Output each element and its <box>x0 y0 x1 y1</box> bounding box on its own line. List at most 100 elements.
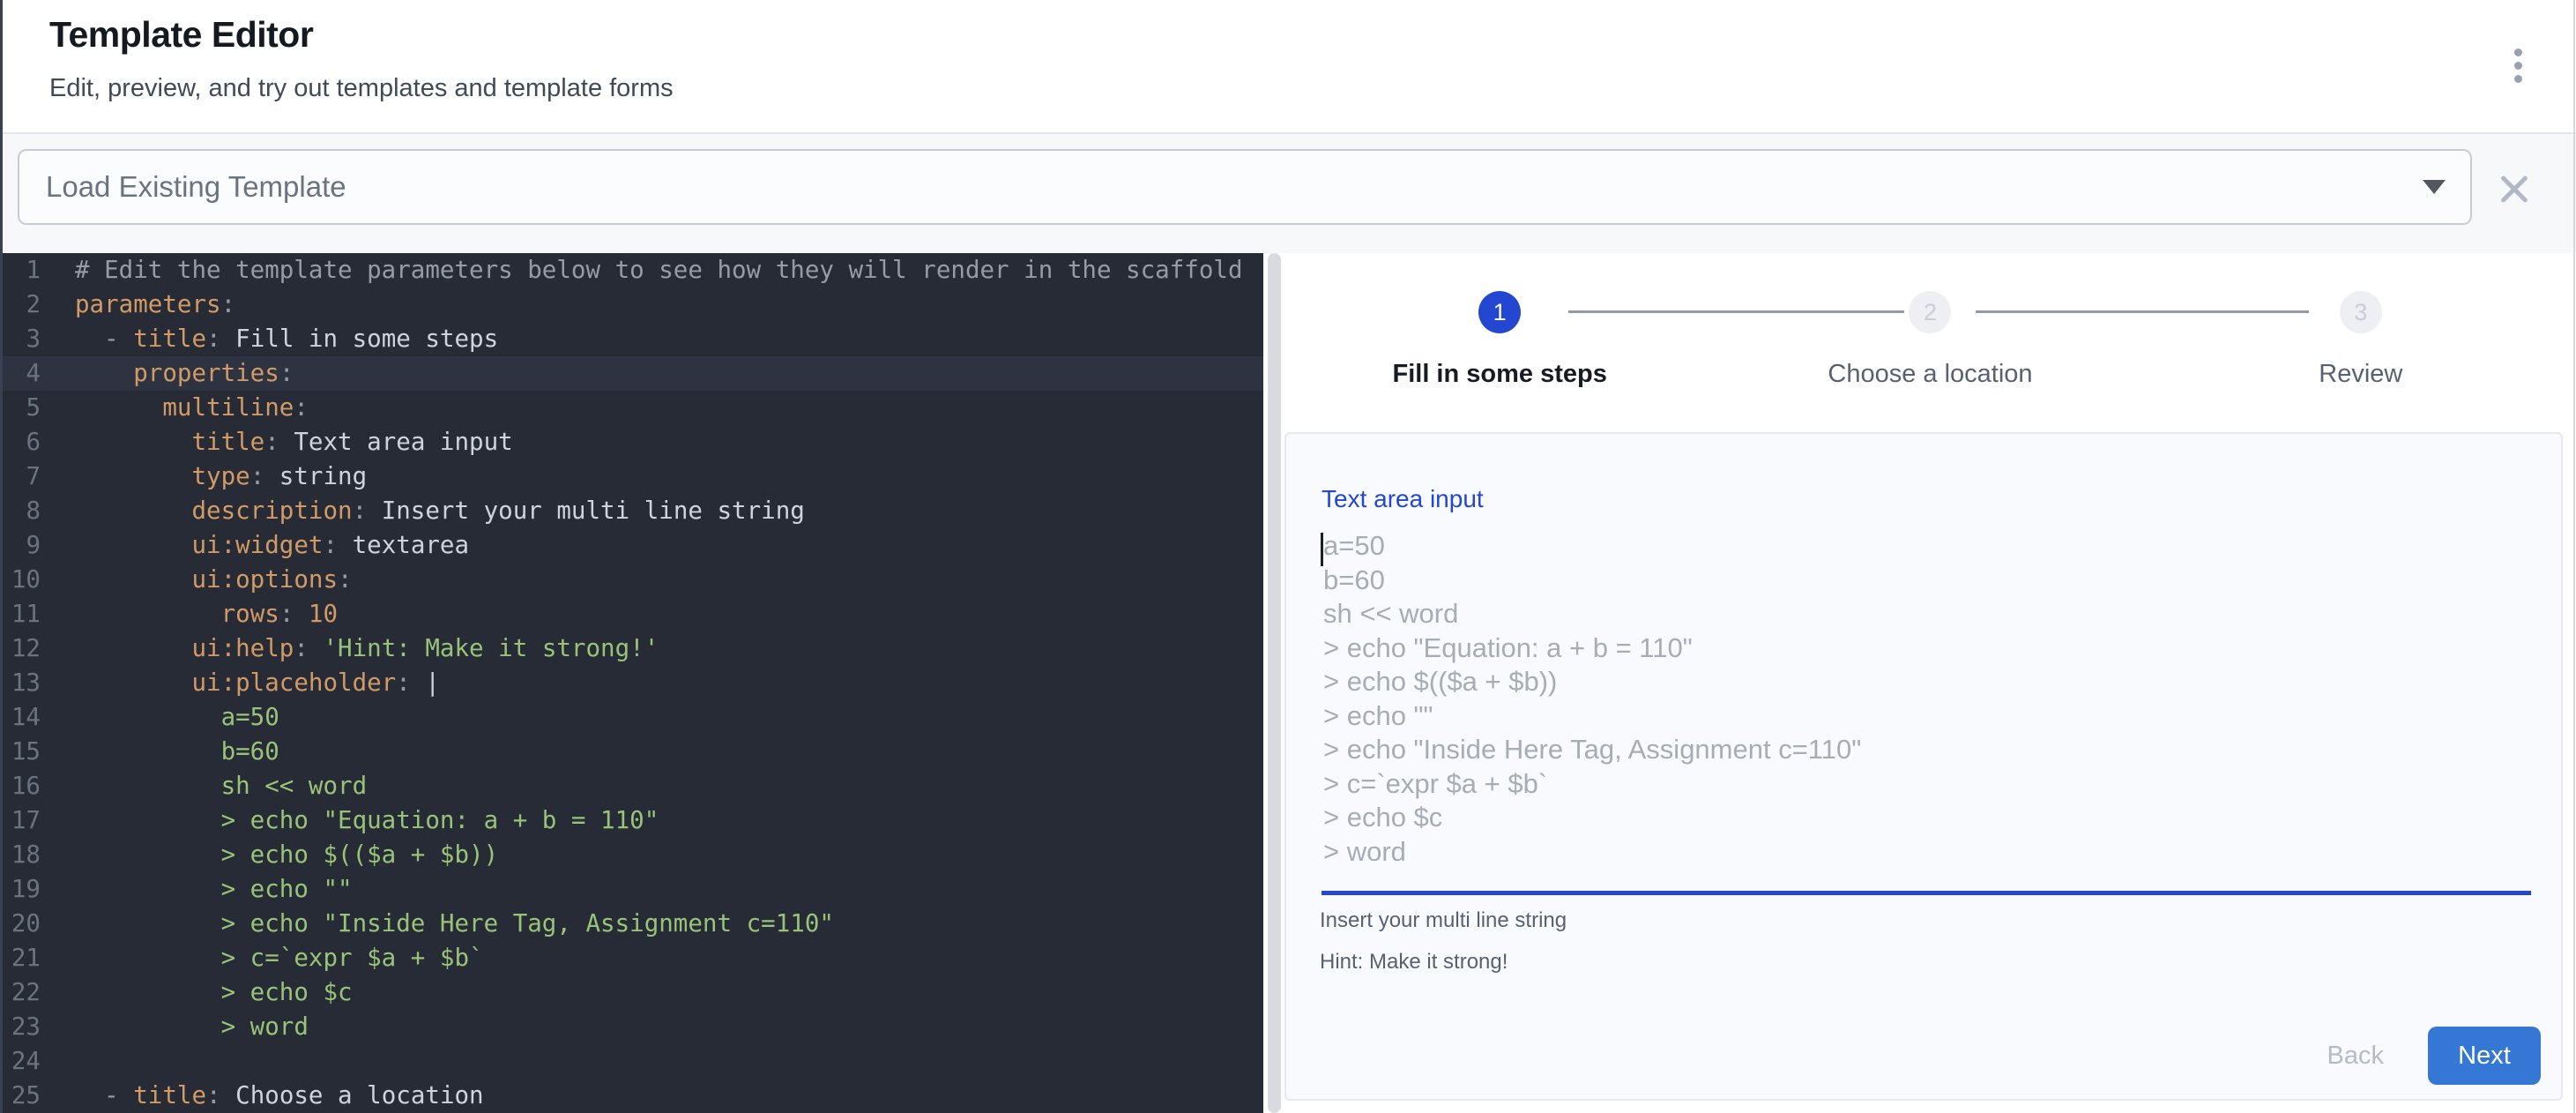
editor-line[interactable]: 1# Edit the template parameters below to… <box>0 253 1263 288</box>
field-help: Hint: Make it strong! <box>1320 950 1508 975</box>
kebab-menu-button[interactable] <box>2500 39 2535 92</box>
editor-line[interactable]: 15 b=60 <box>0 735 1263 769</box>
editor-line[interactable]: 17 > echo "Equation: a + b = 110" <box>0 803 1263 838</box>
editor-line[interactable]: 4 properties: <box>0 356 1263 391</box>
chevron-down-icon <box>2423 180 2446 194</box>
line-code: parameters: <box>75 288 235 322</box>
textarea-line: > word <box>1323 835 1861 870</box>
textarea-line: > echo "Equation: a + b = 110" <box>1323 631 1861 666</box>
clear-selection-button[interactable] <box>2495 169 2534 208</box>
line-code: rows: 10 <box>75 597 338 631</box>
code-editor[interactable]: 1# Edit the template parameters below to… <box>0 253 1263 1113</box>
editor-line[interactable]: 6 title: Text area input <box>0 425 1263 459</box>
line-number: 22 <box>0 975 41 1010</box>
line-code: title: Text area input <box>75 425 513 459</box>
editor-line[interactable]: 25 - title: Choose a location <box>0 1079 1263 1113</box>
line-code: ui:widget: textarea <box>75 528 469 563</box>
page-subtitle: Edit, preview, and try out templates and… <box>49 74 674 103</box>
line-number: 1 <box>0 253 41 288</box>
textarea-line: > echo "Inside Here Tag, Assignment c=11… <box>1323 733 1861 767</box>
field-description: Insert your multi line string <box>1320 908 1567 933</box>
line-code: - title: Choose a location <box>75 1079 484 1113</box>
editor-line[interactable]: 5 multiline: <box>0 391 1263 425</box>
editor-line[interactable]: 12 ui:help: 'Hint: Make it strong!' <box>0 631 1263 666</box>
line-code: > echo $(($a + $b)) <box>75 838 498 872</box>
editor-line[interactable]: 13 ui:placeholder: | <box>0 666 1263 700</box>
form-card: Text area input a=50b=60sh << word> echo… <box>1284 432 2563 1101</box>
field-label: Text area input <box>1322 485 1484 513</box>
editor-line[interactable]: 22 > echo $c <box>0 975 1263 1010</box>
window-left-edge <box>0 0 3 1113</box>
toolbar: Load Existing Template <box>0 134 2576 253</box>
kebab-dot-icon <box>2514 62 2522 70</box>
load-template-select[interactable]: Load Existing Template <box>18 149 2472 225</box>
textarea-line: > c=`expr $a + $b` <box>1323 767 1861 802</box>
line-code: properties: <box>75 356 294 391</box>
editor-line[interactable]: 24 <box>0 1044 1263 1079</box>
template-editor-page: Template Editor Edit, preview, and try o… <box>0 0 2576 1113</box>
stepper-step-2[interactable]: 2 Choose a location <box>1715 291 2145 389</box>
line-code: - title: Fill in some steps <box>75 322 498 356</box>
line-number: 10 <box>0 563 41 597</box>
textarea-line: > echo "" <box>1323 699 1861 734</box>
editor-line[interactable]: 20 > echo "Inside Here Tag, Assignment c… <box>0 907 1263 941</box>
line-number: 13 <box>0 666 41 700</box>
line-code: description: Insert your multi line stri… <box>75 494 805 528</box>
line-code: multiline: <box>75 391 309 425</box>
header: Template Editor Edit, preview, and try o… <box>0 0 2576 134</box>
step-circle: 1 <box>1478 291 1521 333</box>
line-code: ui:options: <box>75 563 353 597</box>
window-right-edge <box>2573 0 2575 1113</box>
back-button[interactable]: Back <box>2320 1042 2391 1071</box>
editor-line[interactable]: 8 description: Insert your multi line st… <box>0 494 1263 528</box>
line-number: 3 <box>0 322 41 356</box>
step-circle: 2 <box>1909 291 1951 333</box>
editor-line[interactable]: 14 a=50 <box>0 700 1263 735</box>
stepper-step-3[interactable]: 3Review <box>2146 291 2576 389</box>
preview-panel: 1 Fill in some steps 2 Choose a location 3Re… <box>1284 253 2576 1113</box>
editor-line[interactable]: 19 > echo "" <box>0 872 1263 907</box>
textarea-line: > echo $c <box>1323 801 1861 835</box>
scrollbar-thumb[interactable] <box>1268 253 1281 1113</box>
line-number: 9 <box>0 528 41 563</box>
line-number: 19 <box>0 872 41 907</box>
form-actions: Back Next <box>2320 1027 2541 1085</box>
editor-line[interactable]: 11 rows: 10 <box>0 597 1263 631</box>
step-label: Choose a location <box>1828 360 2032 389</box>
line-number: 16 <box>0 769 41 803</box>
line-number: 11 <box>0 597 41 631</box>
line-code: ui:help: 'Hint: Make it strong!' <box>75 631 659 666</box>
editor-line[interactable]: 7 type: string <box>0 459 1263 494</box>
line-code: > echo "" <box>75 872 353 907</box>
line-number: 7 <box>0 459 41 494</box>
editor-line[interactable]: 2parameters: <box>0 288 1263 322</box>
editor-line[interactable]: 3 - title: Fill in some steps <box>0 322 1263 356</box>
line-code: > echo $c <box>75 975 353 1010</box>
line-number: 5 <box>0 391 41 425</box>
line-number: 18 <box>0 838 41 872</box>
textarea-input[interactable]: a=50b=60sh << word> echo "Equation: a + … <box>1323 529 1861 869</box>
editor-line[interactable]: 23 > word <box>0 1010 1263 1044</box>
editor-line[interactable]: 18 > echo $(($a + $b)) <box>0 838 1263 872</box>
line-code: a=50 <box>75 700 279 735</box>
editor-line[interactable]: 10 ui:options: <box>0 563 1263 597</box>
line-code: b=60 <box>75 735 279 769</box>
editor-scrollbar[interactable] <box>1263 253 1284 1113</box>
editor-line[interactable]: 9 ui:widget: textarea <box>0 528 1263 563</box>
load-template-select-value: Load Existing Template <box>46 170 346 204</box>
main-split: 1# Edit the template parameters below to… <box>0 253 2576 1113</box>
line-number: 21 <box>0 941 41 975</box>
editor-line[interactable]: 21 > c=`expr $a + $b` <box>0 941 1263 975</box>
textarea-line: a=50 <box>1323 529 1861 564</box>
next-button[interactable]: Next <box>2428 1027 2541 1085</box>
stepper-step-1[interactable]: 1 Fill in some steps <box>1284 291 1715 389</box>
line-code: > c=`expr $a + $b` <box>75 941 484 975</box>
step-connector <box>1976 310 2309 313</box>
line-number: 25 <box>0 1079 41 1113</box>
line-number: 4 <box>0 356 41 391</box>
line-number: 14 <box>0 700 41 735</box>
step-label: Fill in some steps <box>1392 360 1606 389</box>
kebab-dot-icon <box>2514 49 2522 56</box>
editor-line[interactable]: 16 sh << word <box>0 769 1263 803</box>
textarea-focus-underline <box>1322 891 2531 895</box>
